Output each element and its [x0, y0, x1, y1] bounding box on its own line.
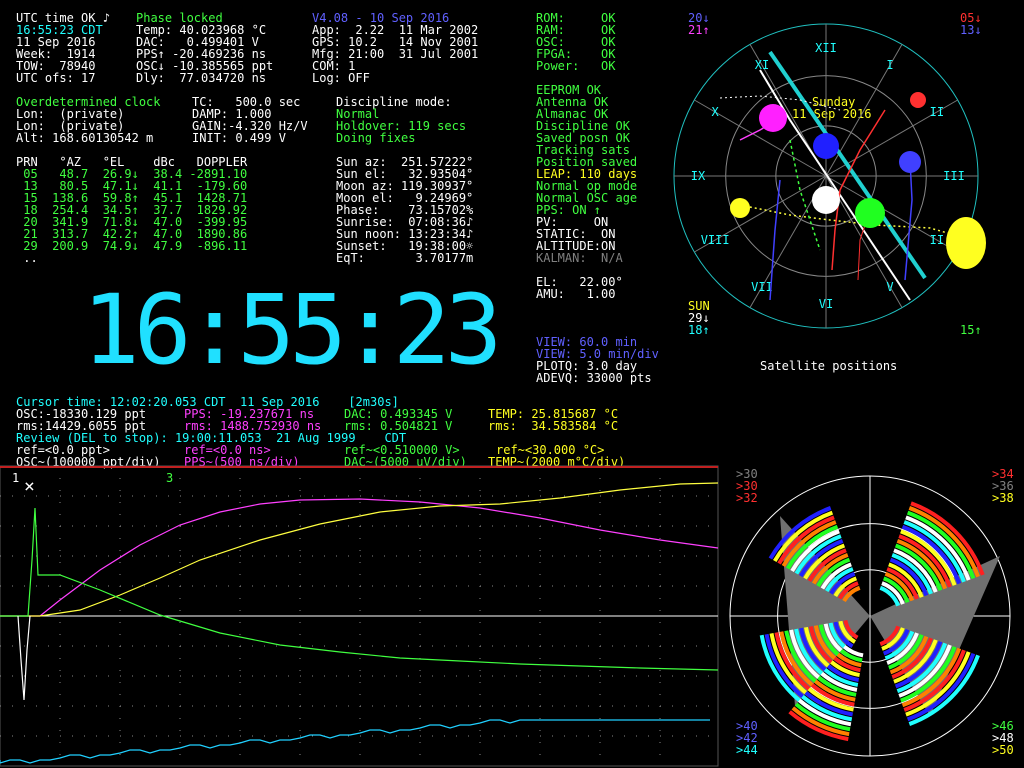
satellite-05	[910, 92, 926, 108]
satellite-15	[855, 198, 885, 228]
sky-hour-label: II	[930, 105, 944, 119]
sky-hour-label: VIII	[701, 233, 730, 247]
sky-hour-label: X	[712, 105, 720, 119]
sat-track	[769, 179, 781, 301]
sky-hour-label: XI	[755, 58, 769, 72]
sky-hour-label: IX	[691, 169, 706, 183]
sky-hour-label: I	[886, 58, 893, 72]
satellite-29	[812, 186, 840, 214]
satellite-13	[899, 151, 921, 173]
sun-marker	[946, 217, 986, 269]
gps-monitor-screen: { "status": { "utc_status": "UTC time OK…	[0, 0, 1024, 768]
close-icon: ×	[24, 476, 35, 497]
graph-marker-3: 3	[166, 471, 173, 485]
temp-trace	[0, 482, 719, 617]
sky-hour-label: III	[943, 169, 965, 183]
satellite-18	[730, 198, 750, 218]
satellite-21	[759, 104, 787, 132]
sat-track	[759, 69, 911, 301]
sky-hour-label: VI	[819, 297, 833, 311]
graphics-layer: XIIIIIIIIIIVVIVIIVIIIIXXXI1 3×	[0, 23, 1011, 767]
sky-hour-label: XII	[815, 41, 837, 55]
sky-hour-label: II	[930, 233, 944, 247]
sat-track	[831, 109, 886, 271]
osc-trace	[17, 615, 31, 701]
sky-hour-label: VII	[751, 280, 773, 294]
aux-trace	[0, 719, 710, 764]
sky-hour-label: V	[886, 280, 893, 294]
sat-track	[904, 159, 913, 281]
satellite-20	[813, 133, 839, 159]
graph-marker-1: 1	[12, 471, 19, 485]
